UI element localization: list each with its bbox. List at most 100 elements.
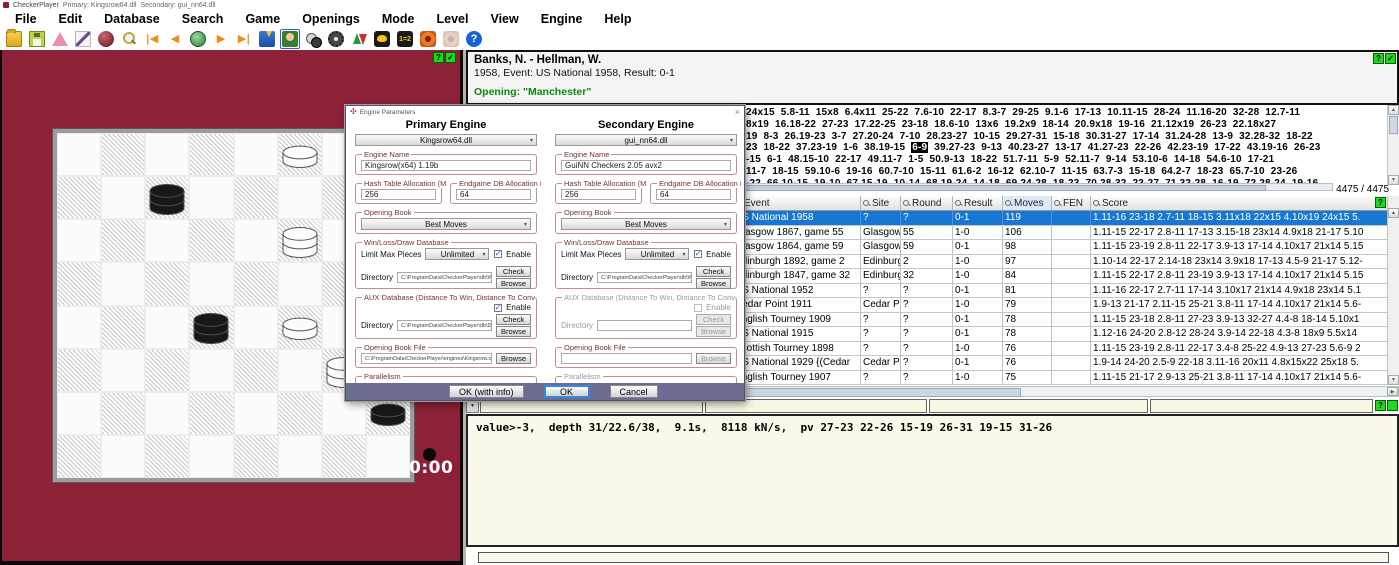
- table-row[interactable]: US National 1915?? 0-1 78 1.12-16 24-20 2.8…: [733, 327, 1399, 342]
- dialog-titlebar[interactable]: ✣ Engine Parameters ×: [346, 106, 744, 118]
- board-help-button[interactable]: ?: [433, 52, 444, 63]
- board-square[interactable]: [321, 434, 366, 478]
- scroll-up-arrow[interactable]: ▲: [1388, 105, 1399, 115]
- table-row[interactable]: Glasgow 1867, game 55 Glasgow 55 1-0 106 1.11…: [733, 225, 1399, 240]
- board-square[interactable]: [233, 219, 278, 263]
- primary-hash-field[interactable]: 256: [361, 189, 436, 200]
- column-header-round[interactable]: Round: [901, 196, 953, 210]
- black-king-piece[interactable]: [192, 310, 230, 350]
- board-square[interactable]: [101, 219, 146, 263]
- setup-rack-icon[interactable]: [50, 29, 70, 49]
- engine-settings-icon[interactable]: [326, 29, 346, 49]
- secondary-engine-name-field[interactable]: GuiNN Checkers 2.05 avx2: [561, 160, 731, 171]
- last-move-icon[interactable]: ▶|: [234, 29, 254, 49]
- board-square[interactable]: [101, 434, 146, 478]
- scroll-thumb[interactable]: [1389, 116, 1398, 134]
- board-square[interactable]: [101, 133, 146, 177]
- secondary-egdb-field[interactable]: 64: [656, 189, 731, 200]
- board-square[interactable]: [57, 219, 102, 263]
- play-move-icon[interactable]: [188, 29, 208, 49]
- board-square[interactable]: [189, 133, 234, 177]
- two-engine-match-icon[interactable]: 1=2: [395, 29, 415, 49]
- secondary-wld-check-button[interactable]: Check: [695, 266, 731, 277]
- board-square[interactable]: [101, 262, 146, 306]
- board-square[interactable]: [57, 262, 102, 306]
- cancel-button[interactable]: Cancel: [609, 385, 658, 398]
- search-icon[interactable]: [119, 29, 139, 49]
- board-square[interactable]: [233, 262, 278, 306]
- opening-book-icon[interactable]: [257, 29, 277, 49]
- analyze-icon[interactable]: [418, 29, 438, 49]
- board-square[interactable]: [101, 348, 146, 392]
- first-move-icon[interactable]: |◀: [142, 29, 162, 49]
- secondary-engine-dll-select[interactable]: gui_nn64.dll ▾: [555, 134, 737, 146]
- board-square[interactable]: [57, 133, 102, 177]
- board-square[interactable]: [145, 262, 190, 306]
- secondary-wld-directory-field[interactable]: C:\ProgramData\CheckerPlayer\db\WLD: [597, 272, 692, 283]
- table-row[interactable]: US National 1952?? 0-1 81 1.11-16 22-17 2.7…: [733, 283, 1399, 298]
- board-square[interactable]: [101, 176, 146, 220]
- board-square[interactable]: [145, 219, 190, 263]
- board-square[interactable]: [145, 434, 190, 478]
- primary-obf-field[interactable]: C:\ProgramData\CheckerPlayer\engines\Kin…: [361, 353, 492, 364]
- board-square[interactable]: [189, 176, 234, 220]
- player-mode-icon[interactable]: [280, 29, 300, 49]
- board-square[interactable]: [101, 391, 146, 435]
- menu-openings[interactable]: Openings: [291, 12, 371, 26]
- secondary-hash-field[interactable]: 256: [561, 189, 636, 200]
- primary-egdb-field[interactable]: 64: [456, 189, 531, 200]
- status-help-button[interactable]: ?: [1375, 400, 1386, 411]
- black-man-piece[interactable]: [369, 401, 407, 432]
- column-header-site[interactable]: Site: [861, 196, 901, 210]
- edit-pen-icon[interactable]: [73, 29, 93, 49]
- board-square[interactable]: [57, 391, 102, 435]
- dialog-close-icon[interactable]: ×: [735, 107, 740, 117]
- table-row[interactable]: US National 1958?? 0-1 119 1.11-16 23-18 2.…: [733, 211, 1399, 226]
- secondary-wld-enable-checkbox[interactable]: ✓: [694, 250, 703, 258]
- column-header-moves[interactable]: Moves: [1003, 196, 1052, 210]
- board-square[interactable]: [57, 176, 102, 220]
- column-header-score[interactable]: Score: [1091, 196, 1388, 210]
- board-square[interactable]: [189, 219, 234, 263]
- table-row[interactable]: Cedar Point 1911Cedar Point?1-079 1.9-13 …: [733, 298, 1399, 313]
- white-man-piece[interactable]: [281, 143, 319, 174]
- primary-engine-dll-select[interactable]: Kingsrow64.dll ▾: [355, 134, 537, 146]
- secondary-wld-browse-button[interactable]: Browse: [695, 278, 731, 289]
- board-square[interactable]: [277, 434, 322, 478]
- board-square[interactable]: [189, 391, 234, 435]
- board-square[interactable]: [189, 434, 234, 478]
- menu-file[interactable]: File: [4, 12, 48, 26]
- board-square[interactable]: [57, 305, 102, 349]
- open-folder-icon[interactable]: [4, 29, 24, 49]
- table-row[interactable]: US National 1929 {(CedarCedar Point?0-17…: [733, 356, 1399, 371]
- ok-with-info-button[interactable]: OK (with info): [449, 385, 524, 398]
- secondary-opening-book-select[interactable]: Best Moves ▾: [561, 218, 731, 230]
- table-row[interactable]: Scottish Tourney 1898?? 1-0 76 1.11-15 23-1…: [733, 341, 1399, 356]
- menu-mode[interactable]: Mode: [371, 12, 426, 26]
- board-square[interactable]: [365, 434, 410, 478]
- menu-help[interactable]: Help: [593, 12, 642, 26]
- board-square[interactable]: [277, 262, 322, 306]
- menu-database[interactable]: Database: [93, 12, 171, 26]
- ok-button[interactable]: OK: [543, 385, 590, 398]
- column-header-result[interactable]: Result: [953, 196, 1003, 210]
- prev-move-icon[interactable]: ◀: [165, 29, 185, 49]
- table-row[interactable]: Edinburgh 1847, game 32Edinburgh321-084 1…: [733, 269, 1399, 284]
- scroll-down-arrow[interactable]: ▼: [1388, 175, 1399, 185]
- secondary-limit-select[interactable]: Unlimited ▾: [625, 248, 690, 260]
- board-ok-button[interactable]: ✓: [445, 52, 456, 63]
- board-square[interactable]: [277, 176, 322, 220]
- white-king-piece[interactable]: [281, 224, 319, 264]
- ball-icon[interactable]: [96, 29, 116, 49]
- board-square[interactable]: [277, 348, 322, 392]
- board-square[interactable]: [233, 434, 278, 478]
- board-square[interactable]: [233, 305, 278, 349]
- two-player-icon[interactable]: [303, 29, 323, 49]
- menu-search[interactable]: Search: [171, 12, 235, 26]
- white-man-piece[interactable]: [281, 315, 319, 346]
- menu-engine[interactable]: Engine: [530, 12, 594, 26]
- table-row[interactable]: English Tourney 1907?? 1-0 75 1.11-15 21-17…: [733, 370, 1399, 385]
- position-icon[interactable]: [372, 29, 392, 49]
- scroll-right-arrow[interactable]: ▶: [1387, 387, 1398, 396]
- bottom-input-bar[interactable]: [478, 552, 1389, 563]
